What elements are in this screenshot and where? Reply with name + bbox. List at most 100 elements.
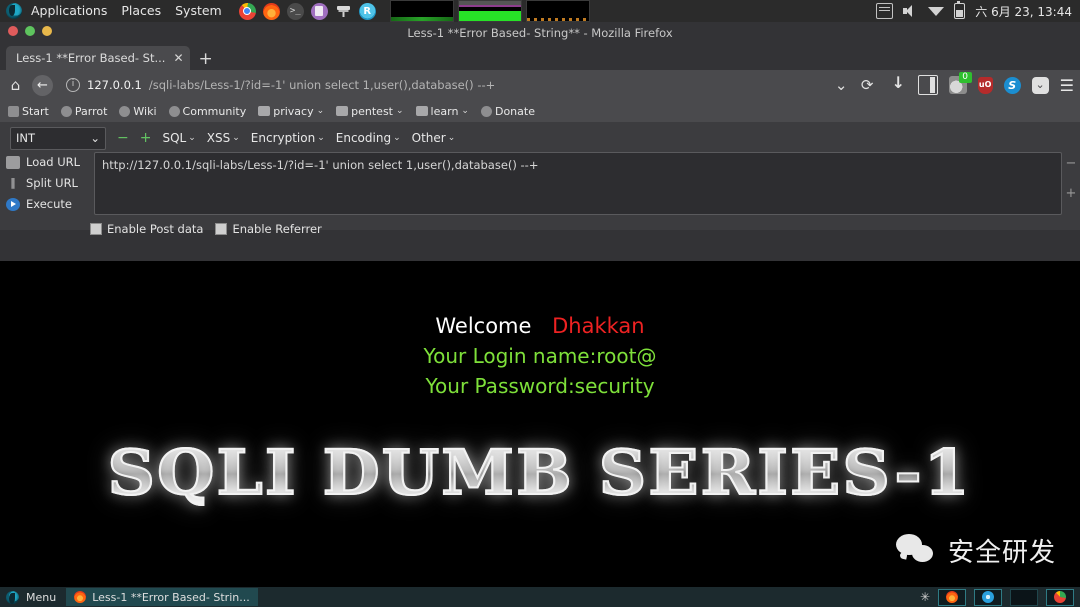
wifi-icon[interactable]	[928, 4, 945, 18]
hackbar-menu-xss[interactable]: XSS ⌄	[207, 131, 240, 145]
hackbar-menu-encryption[interactable]: Encryption ⌄	[251, 131, 325, 145]
tab-close-icon[interactable]: ✕	[173, 51, 183, 65]
back-arrow-icon[interactable]: ←	[32, 74, 53, 96]
skype-extension-icon[interactable]: S	[1003, 76, 1021, 94]
execute-icon	[6, 197, 20, 211]
memory-graph	[457, 0, 522, 22]
checkbox-box	[215, 223, 228, 235]
hackbar-grow-button[interactable]: +	[1066, 186, 1077, 201]
battery-icon[interactable]	[954, 1, 966, 19]
system-menu[interactable]: System	[168, 0, 229, 22]
ublock-shield-icon[interactable]: uO	[977, 76, 993, 94]
panel-clock[interactable]: 六 6月 23, 13:44	[975, 3, 1072, 20]
hackbar-toolbar: INT ⌄ − + SQL ⌄ XSS ⌄ Encryption ⌄ Encod…	[0, 122, 1080, 152]
chevron-down-icon: ⌄	[188, 133, 196, 143]
hackbar-panel: INT ⌄ − + SQL ⌄ XSS ⌄ Encryption ⌄ Encod…	[0, 122, 1080, 339]
applications-menu[interactable]: Applications	[24, 0, 114, 22]
url-bar[interactable]: i 127.0.0.1/sqli-labs/Less-1/?id=-1' uni…	[60, 74, 825, 96]
bookmark-label: Parrot	[74, 104, 108, 118]
pocket-icon[interactable]: ⌄	[1031, 76, 1049, 94]
bookmark-start[interactable]: Start	[8, 105, 49, 118]
split-url-label: Split URL	[26, 176, 78, 190]
chrome-launcher-icon[interactable]	[238, 2, 256, 20]
bookmark-folder-privacy[interactable]: privacy ⌄	[258, 105, 324, 118]
hackbar-textarea-wrap: http://127.0.0.1/sqli-labs/Less-1/?id=-1…	[94, 152, 1080, 215]
execute-button[interactable]: Execute	[6, 197, 86, 211]
bookmark-folder-learn[interactable]: learn ⌄	[415, 104, 469, 118]
places-menu[interactable]: Places	[114, 0, 168, 22]
hackbar-increment-button[interactable]: +	[140, 130, 152, 146]
taskbar-menu-label: Menu	[26, 590, 57, 604]
taskbar-window-item[interactable]: Less-1 **Error Based- Strin...	[66, 588, 258, 606]
browser-tab[interactable]: Less-1 **Error Based- St... ✕	[6, 46, 190, 70]
hackbar-menu-encoding[interactable]: Encoding ⌄	[336, 131, 401, 145]
chrome-icon	[1054, 591, 1066, 603]
keyboard-icon[interactable]	[876, 3, 894, 19]
desktop-taskbar: Menu Less-1 **Error Based- Strin... ✳	[0, 587, 1080, 607]
window-close-button[interactable]	[8, 26, 18, 36]
bookmark-label: privacy	[273, 104, 314, 118]
firefox-icon	[946, 591, 958, 603]
rstudio-launcher-icon[interactable]: R	[358, 2, 376, 20]
home-icon[interactable]: ⌂	[6, 76, 25, 94]
hackbar-type-value: INT	[16, 131, 36, 145]
workspace-2[interactable]	[974, 588, 1002, 606]
window-minimize-button[interactable]	[42, 26, 52, 36]
bookmark-label: learn	[430, 104, 459, 118]
bookmark-folder-pentest[interactable]: pentest ⌄	[336, 105, 404, 118]
checkbox-box	[90, 223, 102, 235]
ie-icon	[982, 591, 994, 603]
window-maximize-button[interactable]	[25, 26, 35, 36]
enable-referrer-checkbox[interactable]: Enable Referrer	[215, 222, 322, 236]
bookmark-label: Community	[182, 104, 247, 118]
taskbar-menu-button[interactable]: Menu	[0, 590, 66, 604]
parrot-logo-icon[interactable]	[6, 3, 22, 19]
hackbar-shrink-button[interactable]: −	[1066, 156, 1077, 171]
terminal-launcher-icon[interactable]: >_	[286, 2, 304, 20]
globe-icon	[60, 105, 72, 117]
hackbar-url-textarea[interactable]: http://127.0.0.1/sqli-labs/Less-1/?id=-1…	[94, 152, 1062, 215]
window-title: Less-1 **Error Based- String** - Mozilla…	[407, 25, 673, 40]
volume-icon[interactable]	[903, 4, 918, 18]
workspace-1[interactable]	[938, 588, 966, 606]
load-url-button[interactable]: Load URL	[6, 155, 86, 169]
tab-title: Less-1 **Error Based- St...	[16, 51, 166, 65]
hackbar-extension-icon[interactable]: 0	[948, 72, 972, 94]
chevron-down-icon: ⌄	[447, 133, 456, 143]
bookmark-wiki[interactable]: Wiki	[119, 105, 157, 118]
tool-launcher-icon[interactable]	[335, 3, 352, 20]
text-editor-launcher-icon[interactable]	[310, 2, 328, 20]
firefox-window: Less-1 **Error Based- String** - Mozilla…	[0, 22, 1080, 339]
firefox-launcher-icon[interactable]	[262, 2, 280, 20]
bookmark-community[interactable]: Community	[168, 104, 247, 118]
hackbar-type-select[interactable]: INT ⌄	[10, 126, 106, 150]
globe-icon	[168, 105, 180, 117]
workspace-4[interactable]	[1046, 588, 1074, 606]
hackbar-menu-other[interactable]: Other ⌄	[412, 131, 456, 145]
chevron-down-icon: ⌄	[396, 106, 404, 116]
hackbar-options: Enable Post data Enable Referrer	[0, 215, 1080, 236]
panel-launchers: >_ R	[238, 2, 376, 20]
workspace-3[interactable]	[1010, 588, 1038, 606]
hamburger-menu-icon[interactable]: ☰	[1060, 76, 1074, 95]
split-url-button[interactable]: ‖ Split URL	[6, 176, 86, 190]
password-result: Your Password:security	[425, 374, 655, 398]
library-sidebar-icon[interactable]	[917, 75, 938, 95]
desktop-top-panel: Applications Places System >_ R 六 6月 23,…	[0, 0, 1080, 22]
snowflake-icon[interactable]: ✳	[920, 590, 930, 604]
new-tab-button[interactable]: +	[199, 51, 213, 68]
hackbar-actions: Load URL ‖ Split URL Execute	[6, 152, 86, 215]
menu-label: Encryption	[250, 131, 316, 145]
hackbar-size-controls: − +	[1062, 152, 1080, 215]
load-url-icon	[6, 155, 20, 169]
checkbox-label: Enable Post data	[107, 222, 204, 236]
reload-icon[interactable]: ⟳	[858, 76, 877, 94]
page-info-icon[interactable]: i	[66, 78, 80, 92]
downloads-icon[interactable]	[889, 73, 907, 94]
url-dropdown-chevron-icon[interactable]: ⌄	[832, 76, 851, 94]
bookmark-parrot[interactable]: Parrot	[60, 104, 108, 118]
hackbar-menu-sql[interactable]: SQL ⌄	[162, 131, 195, 145]
enable-post-data-checkbox[interactable]: Enable Post data	[90, 222, 203, 236]
hackbar-decrement-button[interactable]: −	[117, 130, 129, 146]
bookmark-donate[interactable]: Donate	[480, 105, 535, 118]
